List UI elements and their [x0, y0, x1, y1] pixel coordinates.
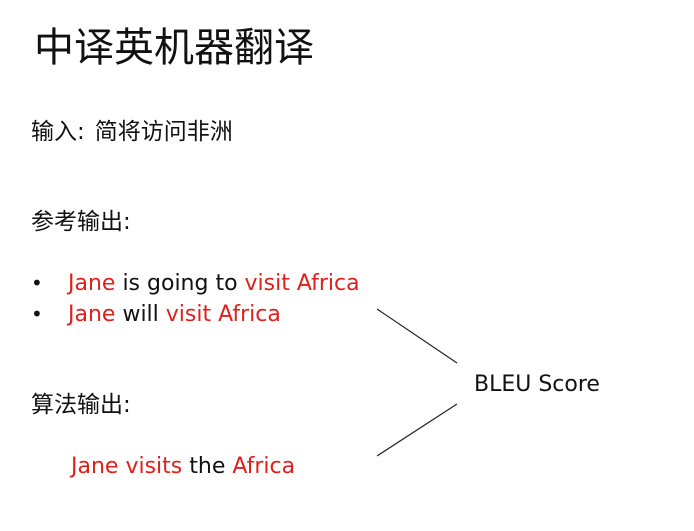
reference-list: • Jane is going to visit Africa • Jane w…	[31, 268, 360, 330]
algorithm-segment: the	[182, 454, 233, 479]
reference-segment: Jane	[68, 302, 116, 327]
algorithm-output: Jane visits the Africa	[71, 451, 295, 482]
bleu-score-label: BLEU Score	[474, 372, 600, 397]
algorithm-label: 算法输出:	[31, 392, 131, 418]
reference-item: • Jane is going to visit Africa	[31, 268, 360, 299]
bullet-icon: •	[31, 302, 43, 326]
reference-segment: Jane	[68, 271, 116, 296]
reference-item: • Jane will visit Africa	[31, 299, 360, 330]
reference-segment: visit Africa	[165, 302, 281, 327]
input-line: 输入: 简将访问非洲	[31, 117, 233, 147]
algorithm-segment: Africa	[232, 454, 296, 479]
algorithm-segment: Jane visits	[71, 454, 183, 479]
reference-segment: will	[115, 302, 166, 327]
slide-title: 中译英机器翻译	[34, 25, 314, 71]
reference-to-bleu-line	[376, 308, 458, 364]
slide: 中译英机器翻译 输入: 简将访问非洲 参考输出: • Jane is going …	[0, 0, 694, 531]
reference-label: 参考输出:	[31, 209, 131, 235]
reference-segment: visit Africa	[244, 271, 360, 296]
input-label: 输入:	[31, 119, 85, 145]
algorithm-to-bleu-line	[376, 403, 458, 457]
reference-segment: is going to	[115, 271, 245, 296]
input-text: 简将访问非洲	[94, 119, 233, 145]
bullet-icon: •	[31, 271, 43, 295]
